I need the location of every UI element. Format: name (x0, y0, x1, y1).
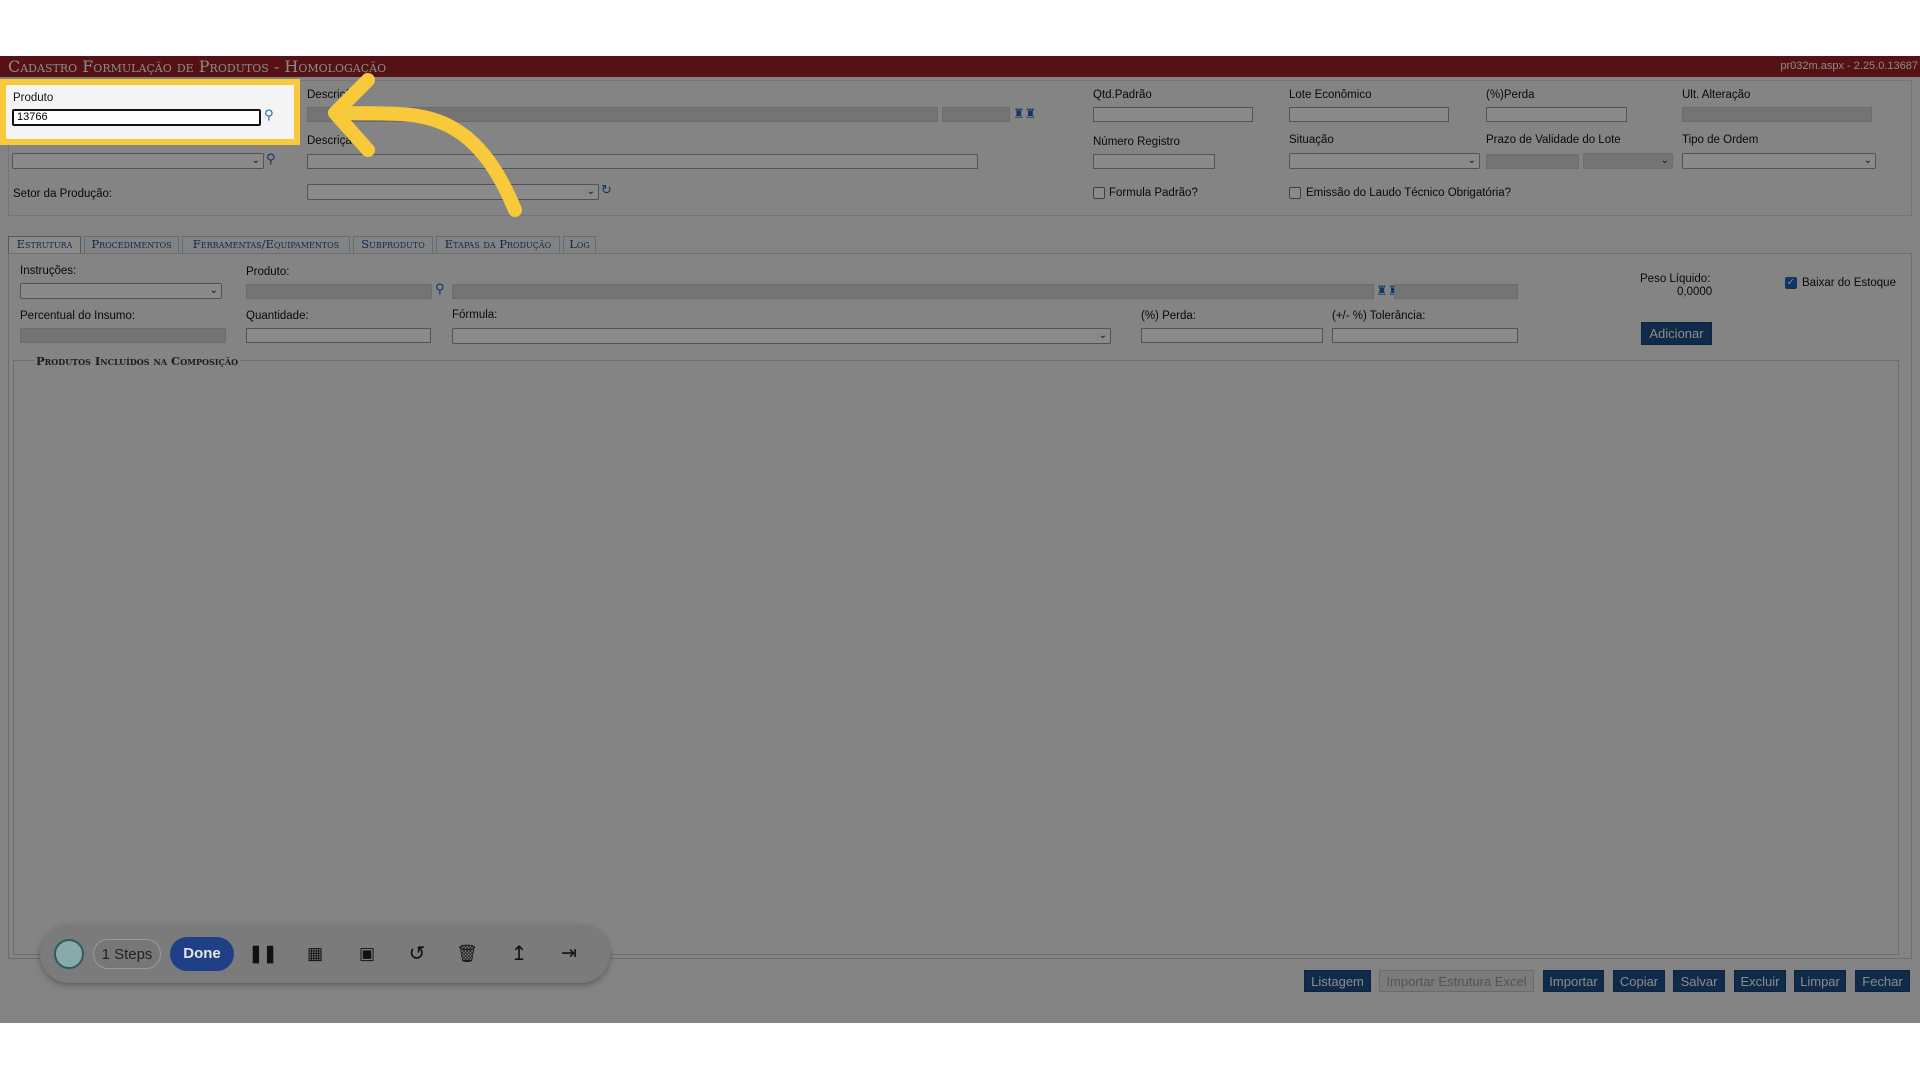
situacao-label: Situação (1289, 134, 1334, 146)
percentual-insumo-input (20, 328, 226, 343)
limpar-button[interactable]: Limpar (1794, 970, 1846, 992)
tab-subproduto[interactable]: Subproduto (353, 236, 433, 253)
recorder-logo-icon (54, 939, 84, 969)
steps-counter: 1 Steps (93, 939, 161, 969)
situacao-select[interactable]: ⌄ (1289, 153, 1480, 169)
formula-padrao-label: Formula Padrão? (1109, 187, 1198, 199)
search-icon[interactable]: ⚲ (264, 109, 274, 123)
formula-label: Fórmula: (452, 309, 498, 321)
baixar-estoque-label: Baixar do Estoque (1802, 277, 1896, 289)
emissao-laudo-checkbox[interactable] (1289, 187, 1301, 199)
tolerancia-label: (+/- %) Tolerância: (1332, 310, 1426, 322)
emissao-laudo-label: Emissão do Laudo Técnico Obrigatória? (1306, 187, 1511, 199)
ult-alteracao-label: Ult. Alteração (1682, 89, 1751, 101)
estrutura-perda-input[interactable] (1141, 328, 1323, 343)
chevron-down-icon: ⌄ (1863, 155, 1872, 166)
peso-liquido-value: 0,0000 (1677, 286, 1713, 298)
undo-icon[interactable]: ↺ (402, 939, 432, 969)
descricao-2-input[interactable] (307, 154, 978, 169)
formula-select[interactable]: ⌄ (452, 328, 1111, 344)
listagem-button[interactable]: Listagem (1304, 970, 1371, 992)
lote-economico-label: Lote Econômico (1289, 89, 1372, 101)
search-icon[interactable]: ⚲ (435, 283, 445, 297)
app-window: Cadastro Formulação de Produtos - Homolo… (0, 56, 1920, 1023)
estrutura-perda-label: (%) Perda: (1141, 310, 1196, 322)
instrucoes-label: Instruções: (20, 265, 77, 277)
excluir-button[interactable]: Excluir (1734, 970, 1786, 992)
chevron-down-icon: ⌄ (1098, 330, 1107, 341)
chevron-down-icon: ⌄ (1660, 155, 1669, 166)
fechar-button[interactable]: Fechar (1855, 970, 1910, 992)
importar-button[interactable]: Importar (1543, 970, 1604, 992)
title-bar: Cadastro Formulação de Produtos - Homolo… (0, 56, 1920, 77)
baixar-estoque-checkbox[interactable]: ✓ (1785, 277, 1797, 289)
done-button[interactable]: Done (170, 937, 234, 971)
perda-input[interactable] (1486, 107, 1627, 122)
estrutura-produto-input (246, 284, 432, 299)
version-label: pr032m.aspx - 2.25.0.13687 (1780, 60, 1918, 72)
skip-to-end-icon[interactable]: ⇥ (554, 939, 584, 969)
lote-economico-input[interactable] (1289, 107, 1449, 122)
perda-label: (%)Perda (1486, 89, 1535, 101)
adicionar-button[interactable]: Adicionar (1641, 322, 1712, 345)
quantidade-label: Quantidade: (246, 310, 309, 322)
setor-producao-select[interactable]: ⌄ (307, 184, 599, 200)
copiar-button[interactable]: Copiar (1613, 970, 1665, 992)
produto-input[interactable]: 13766 (12, 109, 261, 126)
percentual-insumo-label: Percentual do Insumo: (20, 310, 136, 322)
tab-etapas-producao[interactable]: Etapas da Produção (436, 236, 560, 253)
instrucoes-select[interactable]: ⌄ (20, 283, 222, 299)
tab-procedimentos[interactable]: Procedimentos (84, 236, 179, 253)
tipo-ordem-select[interactable]: ⌄ (1682, 153, 1876, 169)
composicao-legend: Produtos Incluídos na Composição (34, 354, 241, 368)
formula-padrao-checkbox[interactable] (1093, 187, 1105, 199)
chevron-down-icon: ⌄ (586, 186, 595, 197)
blur-icon[interactable]: ▦ (300, 939, 330, 969)
ult-alteracao-field (1682, 107, 1872, 122)
grupo-select[interactable]: ⌄ (12, 153, 264, 169)
descricao-field (307, 107, 938, 122)
descricao-label: Descrição (307, 89, 359, 101)
salvar-button[interactable]: Salvar (1673, 970, 1725, 992)
search-icon[interactable]: ⚲ (266, 153, 276, 167)
chevron-down-icon: ⌄ (209, 285, 218, 296)
qtd-padrao-label: Qtd.Padrão (1093, 89, 1152, 101)
produto-label: Produto (13, 92, 54, 104)
numero-registro-label: Número Registro (1093, 136, 1180, 148)
refresh-icon[interactable]: ↻ (601, 184, 612, 198)
estrutura-produto-descricao (452, 284, 1374, 299)
recorder-toolbar: 1 Steps Done ❚❚ ▦ ▣ ↺ 🗑 ↥ ⇥ (40, 925, 610, 983)
trash-icon[interactable]: 🗑 (452, 939, 482, 969)
chevron-down-icon: ⌄ (1467, 155, 1476, 166)
prazo-validade-input (1486, 154, 1579, 169)
tipo-ordem-label: Tipo de Ordem (1682, 134, 1759, 146)
estrutura-produto-code (1394, 284, 1518, 299)
highlight-box: Produto 13766 ⚲ (0, 79, 300, 145)
quantidade-input[interactable] (246, 328, 431, 343)
binoculars-icon[interactable]: ♜♜ (1013, 108, 1036, 122)
tolerancia-input[interactable] (1332, 328, 1518, 343)
tab-log[interactable]: Log (563, 236, 596, 253)
tab-ferramentas-equipamentos[interactable]: Ferramentas/Equipamentos (182, 236, 350, 253)
qtd-padrao-input[interactable] (1093, 107, 1253, 122)
pause-icon[interactable]: ❚❚ (248, 939, 278, 969)
importar-estrutura-excel-button[interactable]: Importar Estrutura Excel (1379, 970, 1534, 992)
estrutura-produto-label: Produto: (246, 266, 290, 278)
peso-liquido-label: Peso Líquido: (1640, 273, 1711, 285)
descricao-2-label: Descrição (307, 135, 359, 147)
tab-estrutura[interactable]: Estrutura (8, 236, 81, 253)
composicao-fieldset (13, 360, 1899, 955)
chevron-down-icon: ⌄ (251, 155, 260, 166)
branch-icon[interactable]: ↥ (504, 939, 534, 969)
window-title: Cadastro Formulação de Produtos - Homolo… (8, 57, 387, 76)
prazo-unidade-select: ⌄ (1583, 153, 1673, 169)
prazo-validade-label: Prazo de Validade do Lote (1486, 134, 1621, 146)
image-icon[interactable]: ▣ (352, 939, 382, 969)
numero-registro-input[interactable] (1093, 154, 1215, 169)
descricao-code-field (942, 107, 1010, 122)
setor-producao-label: Setor da Produção: (13, 188, 113, 200)
